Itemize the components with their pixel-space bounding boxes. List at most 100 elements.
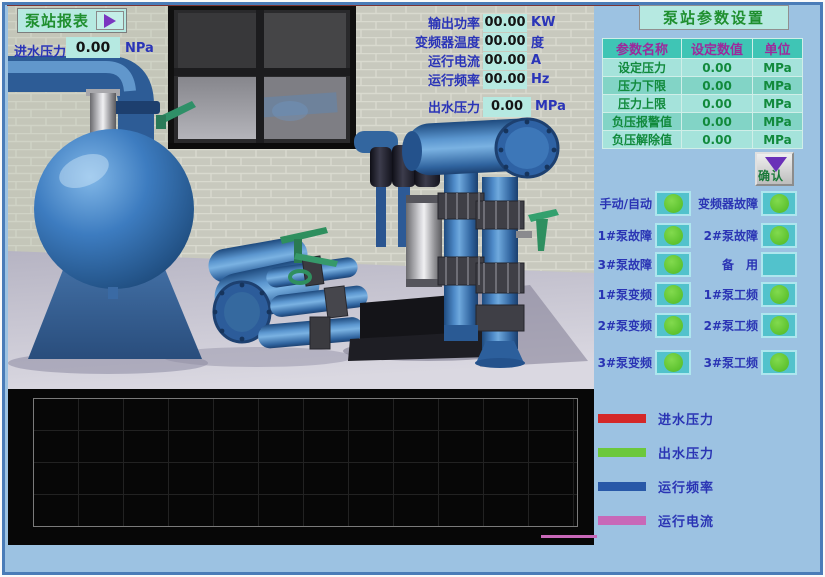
status-lamp-pump3-mains <box>761 350 797 375</box>
output-power-unit: KW <box>531 15 571 30</box>
status-label-pump1-vfd: 1#泵变频 <box>597 286 652 303</box>
trend-plot-area <box>33 398 578 527</box>
running-frequency-label: 运行频率 <box>328 70 480 89</box>
param-unit: MPa <box>753 59 802 77</box>
param-unit: MPa <box>753 131 802 149</box>
table-row: 负压解除值 0.00 MPa <box>603 131 802 149</box>
param-value[interactable]: 0.00 <box>682 131 753 149</box>
status-row: 3#泵故障 备 用 <box>597 251 799 277</box>
current-trace-line <box>541 535 597 538</box>
status-label-pump1-fault: 1#泵故障 <box>597 227 652 244</box>
confirm-button[interactable]: 确认 <box>755 152 794 186</box>
status-label-spare: 备 用 <box>691 256 758 273</box>
inverter-temp-value: 00.00 <box>483 33 527 51</box>
status-label-pump2-mains: 2#泵工频 <box>691 317 758 334</box>
status-lamp-inverter-fault <box>761 191 797 216</box>
param-value[interactable]: 0.00 <box>682 113 753 131</box>
param-name: 负压报警值 <box>603 113 682 131</box>
param-value[interactable]: 0.00 <box>682 95 753 113</box>
legend-item: 运行频率 <box>598 479 714 493</box>
table-row: 压力上限 0.00 MPa <box>603 95 802 113</box>
report-button[interactable]: 泵站报表 <box>17 8 127 33</box>
lamp-on-icon <box>664 316 683 335</box>
legend-swatch-inlet <box>598 414 646 423</box>
outlet-pressure-value: 0.00 <box>483 97 531 117</box>
status-row: 1#泵变频 1#泵工频 <box>597 281 799 307</box>
status-label-manual-auto: 手动/自动 <box>597 195 652 212</box>
pump-station-hmi: 泵站报表 进水压力 0.00 NPa 输出功率 00.00 KW 变频器温度 0… <box>0 0 825 577</box>
outlet-pressure-unit: MPa <box>535 99 575 114</box>
play-arrow-icon <box>104 14 116 28</box>
lamp-on-icon <box>770 226 789 245</box>
output-power-label: 输出功率 <box>328 13 480 32</box>
table-row: 设定压力 0.00 MPa <box>603 59 802 77</box>
settings-table: 参数名称 设定数值 单位 设定压力 0.00 MPa 压力下限 0.00 MPa… <box>602 38 803 149</box>
inlet-pressure-label: 进水压力 <box>14 41 66 60</box>
legend-swatch-current <box>598 516 646 525</box>
status-label-pump2-fault: 2#泵故障 <box>691 227 758 244</box>
readout-row: 变频器温度 00.00 度 <box>328 32 578 51</box>
status-lamp-spare <box>761 252 797 277</box>
inverter-temp-label: 变频器温度 <box>328 32 480 51</box>
status-label-pump3-mains: 3#泵工频 <box>691 354 758 371</box>
inlet-pressure-unit: NPa <box>125 41 154 56</box>
legend-item: 出水压力 <box>598 445 714 459</box>
param-name: 压力下限 <box>603 77 682 95</box>
status-label-pump1-mains: 1#泵工频 <box>691 286 758 303</box>
output-power-value: 00.00 <box>483 14 527 32</box>
readout-row: 输出功率 00.00 KW <box>328 13 578 32</box>
status-row: 2#泵变频 2#泵工频 <box>597 312 799 338</box>
readout-row: 运行频率 00.00 Hz <box>328 70 578 89</box>
status-lamp-pump2-vfd <box>655 313 691 338</box>
status-label-inverter-fault: 变频器故障 <box>691 195 758 212</box>
lamp-on-icon <box>664 285 683 304</box>
legend-label-current: 运行电流 <box>658 511 714 530</box>
lamp-on-icon <box>664 353 683 372</box>
param-unit: MPa <box>753 95 802 113</box>
status-lamp-manual-auto <box>655 191 691 216</box>
param-value[interactable]: 0.00 <box>682 59 753 77</box>
legend-item: 运行电流 <box>598 513 714 527</box>
lamp-on-icon <box>664 226 683 245</box>
status-lamp-pump1-vfd <box>655 282 691 307</box>
legend-swatch-outlet <box>598 448 646 457</box>
report-button-label: 泵站报表 <box>18 10 96 31</box>
status-lamp-pump1-fault <box>655 223 691 248</box>
settings-title: 泵站参数设置 <box>639 5 789 30</box>
param-value[interactable]: 0.00 <box>682 77 753 95</box>
table-row: 压力下限 0.00 MPa <box>603 77 802 95</box>
running-current-unit: A <box>531 53 571 68</box>
readout-row: 运行电流 00.00 A <box>328 51 578 70</box>
param-name: 负压解除值 <box>603 131 682 149</box>
status-label-pump2-vfd: 2#泵变频 <box>597 317 652 334</box>
table-header-row: 参数名称 设定数值 单位 <box>603 39 802 59</box>
legend-item: 进水压力 <box>598 411 714 425</box>
status-row: 1#泵故障 2#泵故障 <box>597 222 799 248</box>
report-arrow-button[interactable] <box>96 11 124 30</box>
col-header-unit: 单位 <box>753 39 802 59</box>
param-name: 压力上限 <box>603 95 682 113</box>
lamp-on-icon <box>664 255 683 274</box>
col-header-name: 参数名称 <box>603 39 682 59</box>
param-name: 设定压力 <box>603 59 682 77</box>
status-label-pump3-fault: 3#泵故障 <box>597 256 652 273</box>
legend-label-inlet: 进水压力 <box>658 409 714 428</box>
confirm-button-label: 确认 <box>758 167 784 184</box>
status-row: 手动/自动 变频器故障 <box>597 190 799 216</box>
lamp-on-icon <box>770 285 789 304</box>
status-lamp-pump2-fault <box>761 223 797 248</box>
status-label-pump3-vfd: 3#泵变频 <box>597 354 652 371</box>
legend-label-frequency: 运行频率 <box>658 477 714 496</box>
lamp-on-icon <box>770 353 789 372</box>
running-frequency-unit: Hz <box>531 72 571 87</box>
top-divider <box>7 3 738 6</box>
lamp-on-icon <box>664 194 683 213</box>
param-unit: MPa <box>753 77 802 95</box>
running-current-label: 运行电流 <box>328 51 480 70</box>
status-row: 3#泵变频 3#泵工频 <box>597 349 799 375</box>
running-current-value: 00.00 <box>483 52 527 70</box>
lamp-on-icon <box>770 316 789 335</box>
status-lamp-pump3-fault <box>655 252 691 277</box>
table-row: 负压报警值 0.00 MPa <box>603 113 802 131</box>
inverter-temp-unit: 度 <box>531 32 571 51</box>
